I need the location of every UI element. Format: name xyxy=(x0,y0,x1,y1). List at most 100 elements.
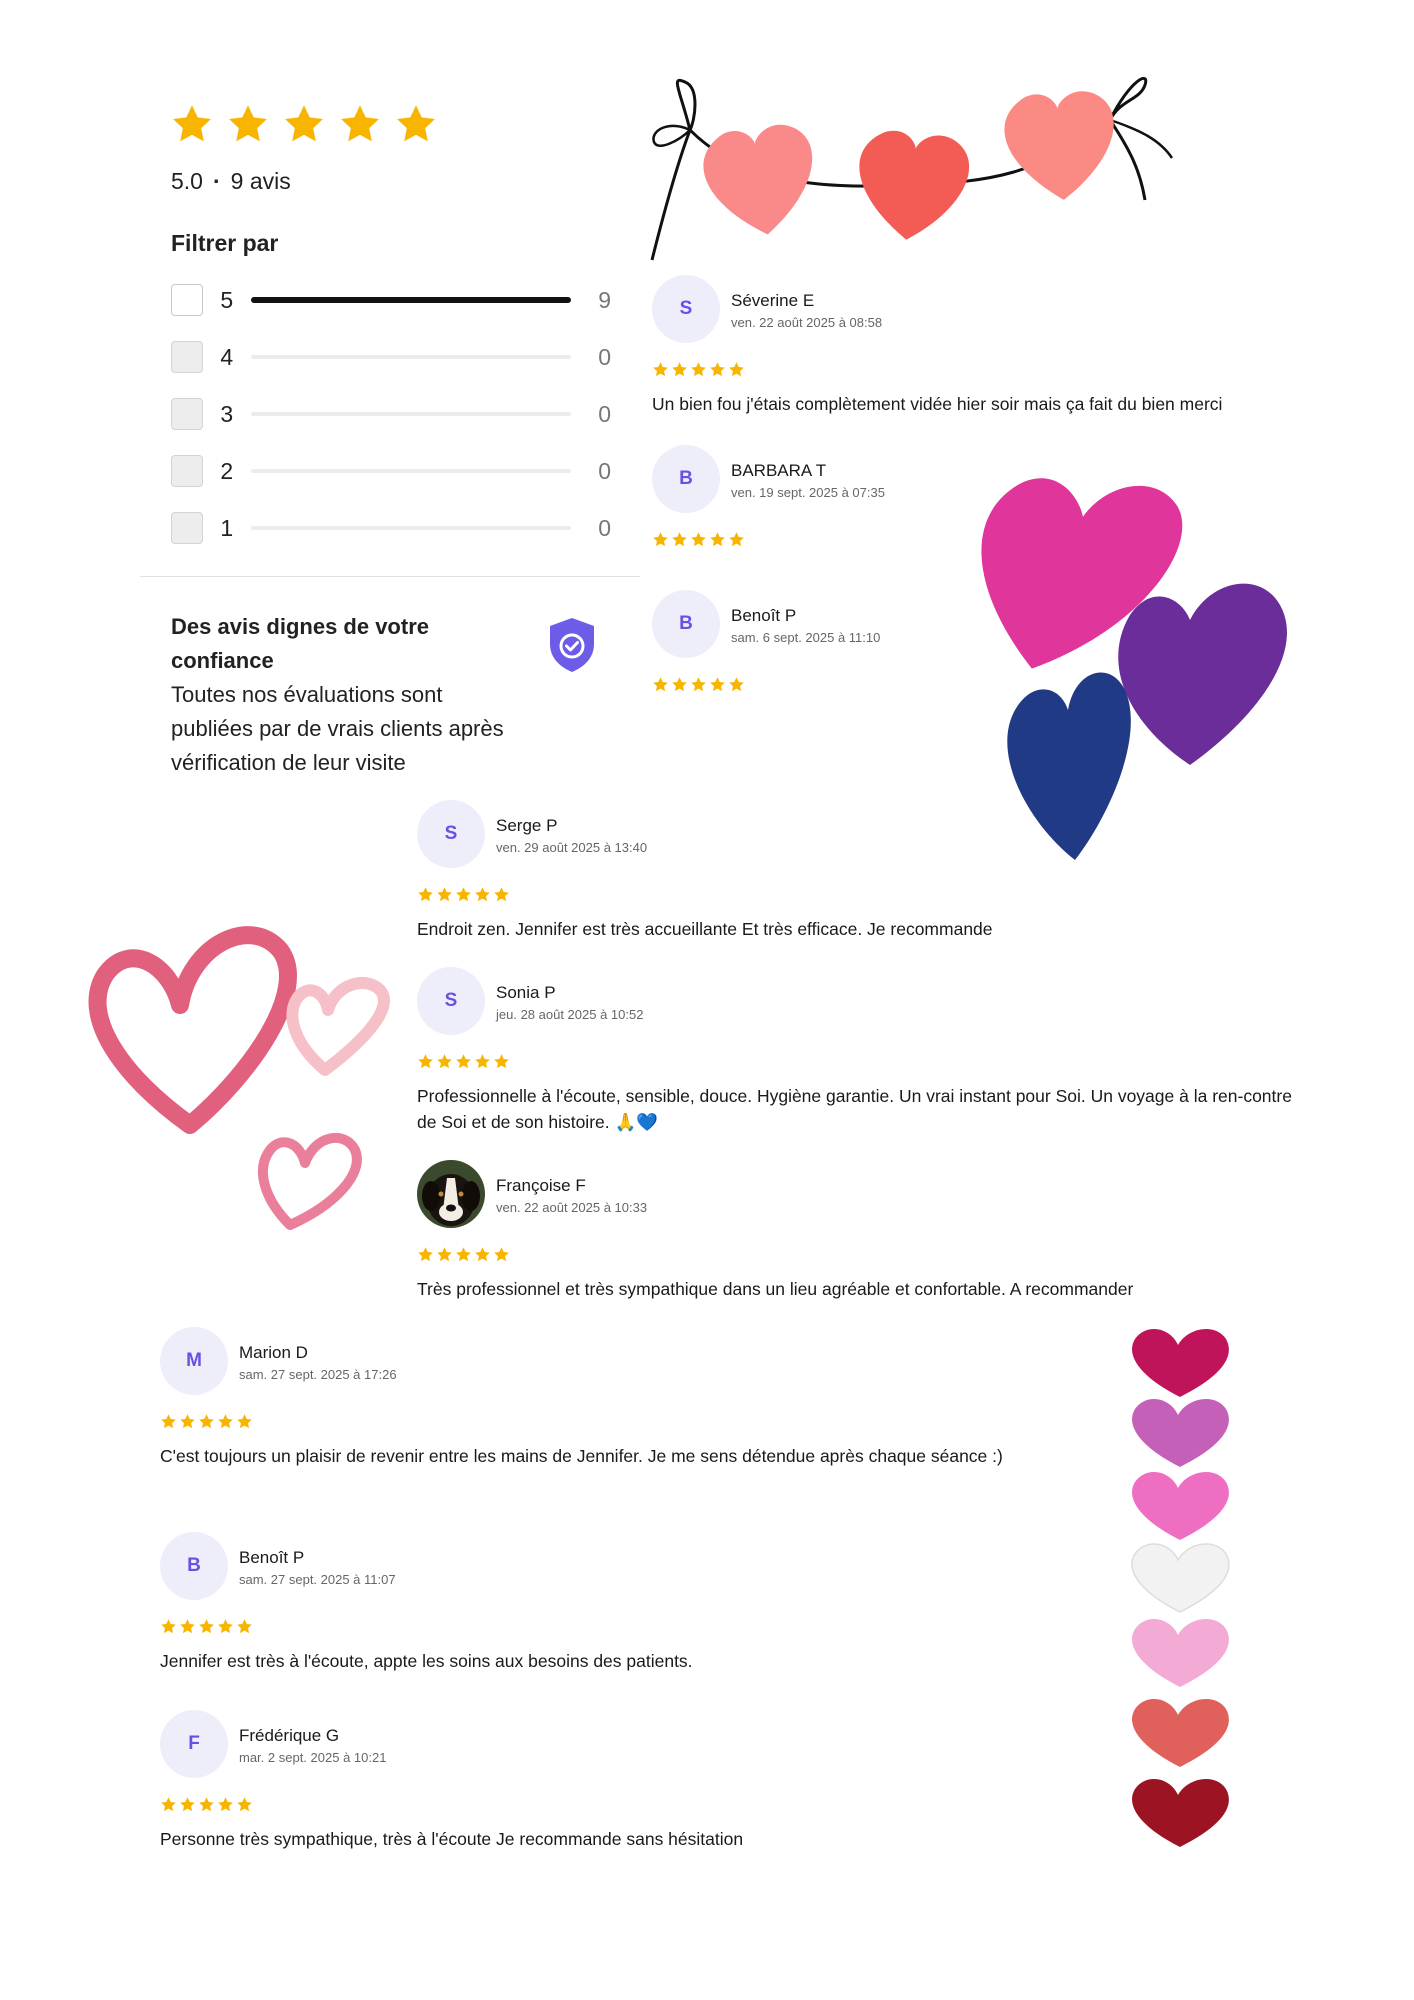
avatar-initial: B xyxy=(679,468,693,489)
star-icon xyxy=(237,1619,252,1634)
filter-row-3[interactable]: 30 xyxy=(171,397,611,431)
filter-checkbox[interactable] xyxy=(171,398,203,430)
divider xyxy=(140,576,640,577)
heart-icon xyxy=(1131,1543,1230,1613)
shield-check-icon xyxy=(550,618,594,672)
avatar-initial: S xyxy=(444,990,458,1011)
review-card: S Sonia P jeu. 28 août 2025 à 10:52 Profess… xyxy=(417,967,1297,1132)
filter-bar xyxy=(250,526,572,530)
star-icon xyxy=(456,1054,471,1069)
heart-garland-decoration xyxy=(650,76,1174,261)
star-icon xyxy=(199,1797,214,1812)
review-count: 9 avis xyxy=(230,168,291,194)
star-icon xyxy=(494,1054,509,1069)
avatar: S xyxy=(417,967,485,1035)
trust-text: Toutes nos évaluations sont publiées par… xyxy=(171,682,504,775)
review-date: sam. 27 sept. 2025 à 17:26 xyxy=(239,1367,397,1382)
filter-label: 5 xyxy=(220,286,234,313)
avatar: M xyxy=(160,1327,228,1395)
review-stars xyxy=(417,1053,510,1070)
star-icon xyxy=(475,887,490,902)
reviewer-name: Séverine E xyxy=(731,291,815,310)
painted-hearts-decoration xyxy=(981,478,1287,860)
filter-count: 0 xyxy=(598,457,611,484)
star-icon xyxy=(729,362,744,377)
star-icon xyxy=(691,532,706,547)
review-date: ven. 22 août 2025 à 10:33 xyxy=(496,1200,648,1215)
star-icon xyxy=(199,1619,214,1634)
review-stars xyxy=(652,531,745,548)
star-icon xyxy=(218,1414,233,1429)
star-icon xyxy=(237,1797,252,1812)
filter-title: Filtrer par xyxy=(171,230,279,256)
avatar: B xyxy=(652,590,720,658)
avatar: S xyxy=(652,275,720,343)
review-stars xyxy=(417,886,510,903)
avatar-initial: M xyxy=(186,1350,202,1371)
review-text: Un bien fou j'étais complètement vidée h… xyxy=(652,394,1223,414)
star-icon xyxy=(710,532,725,547)
filter-checkbox[interactable] xyxy=(171,455,203,487)
star-icon xyxy=(456,1247,471,1262)
star-icon xyxy=(437,1054,452,1069)
review-stars xyxy=(160,1413,253,1430)
star-icon xyxy=(494,1247,509,1262)
filter-row-5[interactable]: 59 xyxy=(171,283,611,317)
filter-row-1[interactable]: 10 xyxy=(171,511,611,545)
heart-icon xyxy=(1132,1778,1229,1847)
dog-photo-avatar xyxy=(417,1160,485,1228)
star-icon xyxy=(341,105,379,142)
filter-row-2[interactable]: 20 xyxy=(171,454,611,488)
review-date: ven. 19 sept. 2025 à 07:35 xyxy=(731,485,885,500)
filter-count: 0 xyxy=(598,514,611,541)
avatar: S xyxy=(417,800,485,868)
reviewer-name: BARBARA T xyxy=(731,461,827,480)
star-icon xyxy=(237,1414,252,1429)
review-card: B Benoît P sam. 6 sept. 2025 à 11:10 xyxy=(652,590,912,740)
filter-row-4[interactable]: 40 xyxy=(171,340,611,374)
star-icon xyxy=(494,887,509,902)
filter-count: 9 xyxy=(598,286,611,313)
review-card: Françoise F ven. 22 août 2025 à 10:33 Très… xyxy=(417,1160,1317,1310)
filter-checkbox[interactable] xyxy=(171,284,203,316)
filter-bar-fill xyxy=(250,297,572,303)
star-icon xyxy=(161,1797,176,1812)
star-icon xyxy=(475,1247,490,1262)
star-icon xyxy=(672,532,687,547)
avatar-initial: S xyxy=(679,298,693,319)
review-stars xyxy=(652,676,745,693)
star-icon xyxy=(173,105,211,142)
star-icon xyxy=(180,1619,195,1634)
reviewer-name: Benoît P xyxy=(239,1548,305,1567)
star-icon xyxy=(710,677,725,692)
review-text: Personne très sympathique, très à l'écou… xyxy=(160,1829,744,1849)
review-stars xyxy=(652,361,745,378)
star-icon xyxy=(475,1054,490,1069)
avatar: F xyxy=(160,1710,228,1778)
reviewer-name: Sonia P xyxy=(496,983,556,1002)
filter-checkbox[interactable] xyxy=(171,341,203,373)
avatar-initial: S xyxy=(444,823,458,844)
review-card: B Benoît P sam. 27 sept. 2025 à 11:07 Jenni… xyxy=(160,1532,1040,1682)
star-icon xyxy=(180,1414,195,1429)
star-icon xyxy=(180,1797,195,1812)
review-date: sam. 6 sept. 2025 à 11:10 xyxy=(731,630,881,645)
filter-count: 0 xyxy=(598,343,611,370)
trust-title: Des avis dignes de votre confiance xyxy=(171,614,429,673)
avatar: B xyxy=(652,445,720,513)
average-score: 5.0 xyxy=(171,168,203,194)
review-date: mar. 2 sept. 2025 à 10:21 xyxy=(239,1750,387,1765)
filter-bar xyxy=(250,355,572,359)
star-icon xyxy=(691,362,706,377)
avatar-initial: F xyxy=(188,1733,200,1754)
star-icon xyxy=(161,1619,176,1634)
star-icon xyxy=(653,677,668,692)
filter-bar xyxy=(250,469,572,473)
filter-label: 2 xyxy=(220,457,234,484)
star-icon xyxy=(218,1619,233,1634)
filter-label: 3 xyxy=(220,400,234,427)
star-icon xyxy=(729,532,744,547)
filter-checkbox[interactable] xyxy=(171,512,203,544)
review-stars xyxy=(160,1618,253,1635)
reviewer-name: Benoît P xyxy=(731,606,797,625)
